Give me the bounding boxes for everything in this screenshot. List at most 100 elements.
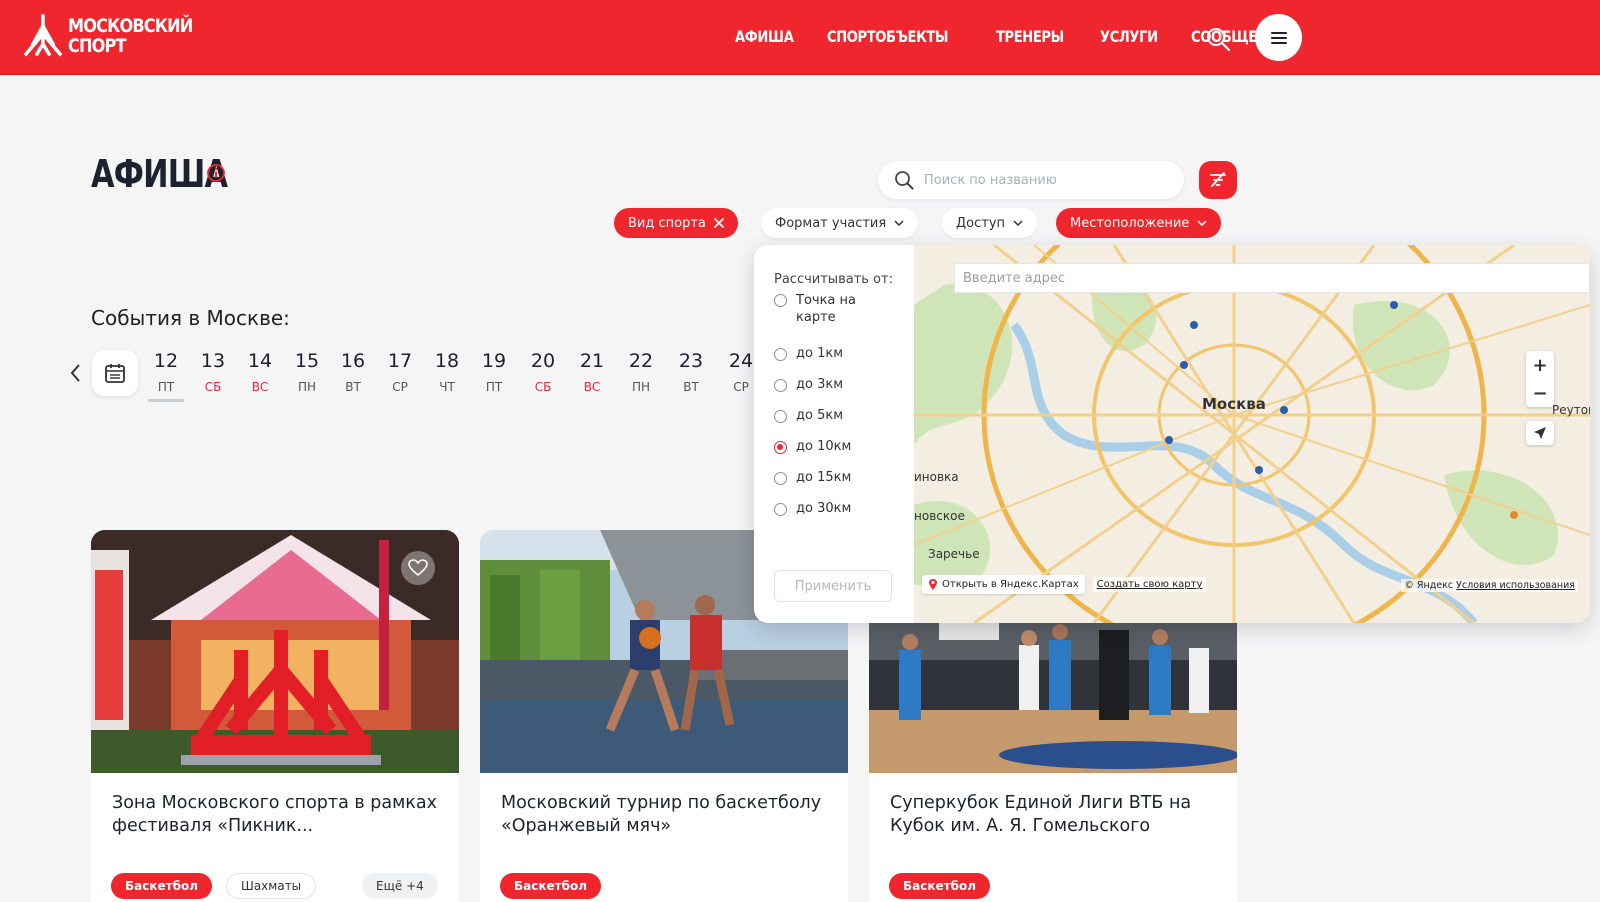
chevron-left-icon[interactable] bbox=[68, 362, 82, 384]
date-weekday: ВС bbox=[251, 380, 269, 394]
info-icon[interactable] bbox=[206, 163, 226, 183]
map-footer: Открыть в Яндекс.Картах Создать свою кар… bbox=[922, 575, 1207, 594]
menu-button[interactable] bbox=[1255, 14, 1302, 61]
date-weekday: ЧТ bbox=[439, 380, 455, 394]
date-number: 13 bbox=[200, 350, 226, 372]
date-weekday: ПН bbox=[297, 380, 317, 394]
location-arrow-icon bbox=[1534, 427, 1546, 439]
radio-button[interactable] bbox=[774, 294, 787, 307]
map[interactable]: Москва Реутов Заречье иновка новское + −… bbox=[914, 245, 1590, 623]
date-item[interactable]: 15 ПН bbox=[287, 350, 327, 394]
date-item[interactable]: 13 СБ bbox=[193, 350, 233, 394]
date-item[interactable]: 22 ПН bbox=[621, 350, 661, 394]
event-title[interactable]: Зона Московского спорта в рамках фестива… bbox=[112, 792, 442, 838]
nav-sport-objects[interactable]: СПОРТОБЪЕКТЫ bbox=[827, 27, 949, 46]
date-item[interactable]: 21 ВС bbox=[572, 350, 612, 394]
radio-button-selected[interactable] bbox=[774, 441, 787, 454]
terms-link[interactable]: Условия использования bbox=[1456, 580, 1575, 591]
address-input[interactable] bbox=[954, 263, 1590, 293]
radio-button[interactable] bbox=[774, 379, 787, 392]
radio-5km[interactable]: до 5км bbox=[774, 408, 843, 423]
radio-label: до 1км bbox=[796, 346, 844, 361]
date-weekday: СР bbox=[392, 380, 408, 394]
nav-services[interactable]: УСЛУГИ bbox=[1100, 27, 1158, 46]
map-label: иновка bbox=[914, 470, 959, 484]
radio-button[interactable] bbox=[774, 348, 787, 361]
tag-sport[interactable]: Баскетбол bbox=[889, 873, 991, 899]
calc-from-label: Рассчитывать от: bbox=[774, 272, 893, 287]
heart-icon bbox=[408, 559, 428, 577]
event-title[interactable]: Московский турнир по баскетболу «Оранжев… bbox=[501, 792, 831, 838]
chip-sport[interactable]: Вид спорта bbox=[614, 208, 738, 238]
radio-30km[interactable]: до 30км bbox=[774, 501, 851, 516]
chevron-down-icon bbox=[1013, 220, 1023, 226]
map-canvas[interactable] bbox=[914, 245, 1590, 623]
date-item[interactable]: 16 ВТ bbox=[333, 350, 373, 394]
location-popup: Рассчитывать от: Точка на карте до 1км д… bbox=[754, 245, 1590, 623]
date-weekday: СБ bbox=[534, 380, 552, 394]
geolocation-button[interactable] bbox=[1526, 421, 1554, 445]
tag-sport[interactable]: Шахматы bbox=[226, 873, 317, 899]
calendar-icon bbox=[105, 364, 125, 383]
date-item[interactable]: 19 ПТ bbox=[474, 350, 514, 394]
chip-sport-label: Вид спорта bbox=[628, 215, 706, 231]
event-title[interactable]: Суперкубок Единой Лиги ВТБ на Кубок им. … bbox=[890, 792, 1220, 838]
date-item[interactable]: 17 СР bbox=[380, 350, 420, 394]
nav-afisha[interactable]: АФИША bbox=[735, 27, 794, 46]
events-title: События в Москве: bbox=[91, 306, 290, 330]
open-in-yandex-link[interactable]: Открыть в Яндекс.Картах bbox=[922, 575, 1085, 594]
radio-label: до 5км bbox=[796, 408, 844, 423]
radio-label: Точка на карте bbox=[796, 293, 856, 325]
search-box bbox=[878, 161, 1184, 199]
radio-10km[interactable]: до 10км bbox=[774, 439, 851, 454]
event-image[interactable] bbox=[91, 530, 459, 773]
date-number: 15 bbox=[294, 350, 320, 372]
date-item[interactable]: 18 ЧТ bbox=[427, 350, 467, 394]
radio-button[interactable] bbox=[774, 472, 787, 485]
tag-sport[interactable]: Баскетбол bbox=[500, 873, 602, 899]
tag-sport[interactable]: Баскетбол bbox=[111, 873, 213, 899]
zoom-in-icon[interactable]: + bbox=[1526, 351, 1554, 379]
search-icon[interactable] bbox=[1205, 26, 1231, 52]
radio-label: до 30км bbox=[796, 501, 852, 516]
chip-location[interactable]: Местоположение bbox=[1056, 208, 1222, 238]
radio-label: до 15км bbox=[796, 470, 852, 485]
chevron-down-icon bbox=[894, 220, 904, 226]
radio-button[interactable] bbox=[774, 503, 787, 516]
filter-off-icon bbox=[1210, 172, 1226, 187]
date-weekday: ПТ bbox=[157, 380, 175, 394]
logo[interactable]: МОСКОВСКИЙ СПОРТ bbox=[24, 14, 214, 58]
radio-3km[interactable]: до 3км bbox=[774, 377, 843, 392]
radio-1km[interactable]: до 1км bbox=[774, 346, 843, 361]
favorite-button[interactable] bbox=[401, 551, 435, 585]
chip-format[interactable]: Формат участия bbox=[761, 208, 919, 238]
chip-access[interactable]: Доступ bbox=[942, 208, 1038, 238]
date-weekday: ВТ bbox=[683, 380, 699, 394]
close-icon[interactable] bbox=[714, 218, 724, 228]
nav-trainers[interactable]: ТРЕНЕРЫ bbox=[996, 27, 1064, 46]
date-item[interactable]: 20 СБ bbox=[523, 350, 563, 394]
radio-map-point[interactable]: Точка на карте bbox=[774, 292, 896, 326]
date-item[interactable]: 12 ПТ bbox=[146, 350, 186, 402]
map-label: Заречье bbox=[928, 547, 980, 561]
open-in-yandex-label: Открыть в Яндекс.Картах bbox=[942, 579, 1079, 590]
chip-access-label: Доступ bbox=[956, 215, 1006, 231]
header: МОСКОВСКИЙ СПОРТ АФИША СПОРТОБЪЕКТЫ ТРЕН… bbox=[0, 0, 1600, 75]
apply-button[interactable]: Применить bbox=[774, 570, 892, 602]
event-card[interactable]: Зона Московского спорта в рамках фестива… bbox=[91, 530, 459, 902]
reset-filters-button[interactable] bbox=[1199, 161, 1237, 199]
logo-line1: МОСКОВСКИЙ bbox=[68, 15, 193, 37]
create-map-link[interactable]: Создать свою карту bbox=[1092, 577, 1207, 592]
date-item[interactable]: 23 ВТ bbox=[671, 350, 711, 394]
date-item[interactable]: 14 ВС bbox=[240, 350, 280, 394]
search-input[interactable] bbox=[924, 172, 1154, 188]
copyright-text: © Яндекс bbox=[1404, 580, 1454, 591]
zoom-out-icon[interactable]: − bbox=[1526, 379, 1554, 407]
radio-15km[interactable]: до 15км bbox=[774, 470, 851, 485]
tag-more[interactable]: Ещё +4 bbox=[362, 873, 438, 899]
calendar-button[interactable] bbox=[92, 350, 138, 396]
date-weekday: ПТ bbox=[485, 380, 503, 394]
radio-button[interactable] bbox=[774, 410, 787, 423]
logo-icon bbox=[24, 14, 62, 57]
radio-label: до 10км bbox=[796, 439, 852, 454]
